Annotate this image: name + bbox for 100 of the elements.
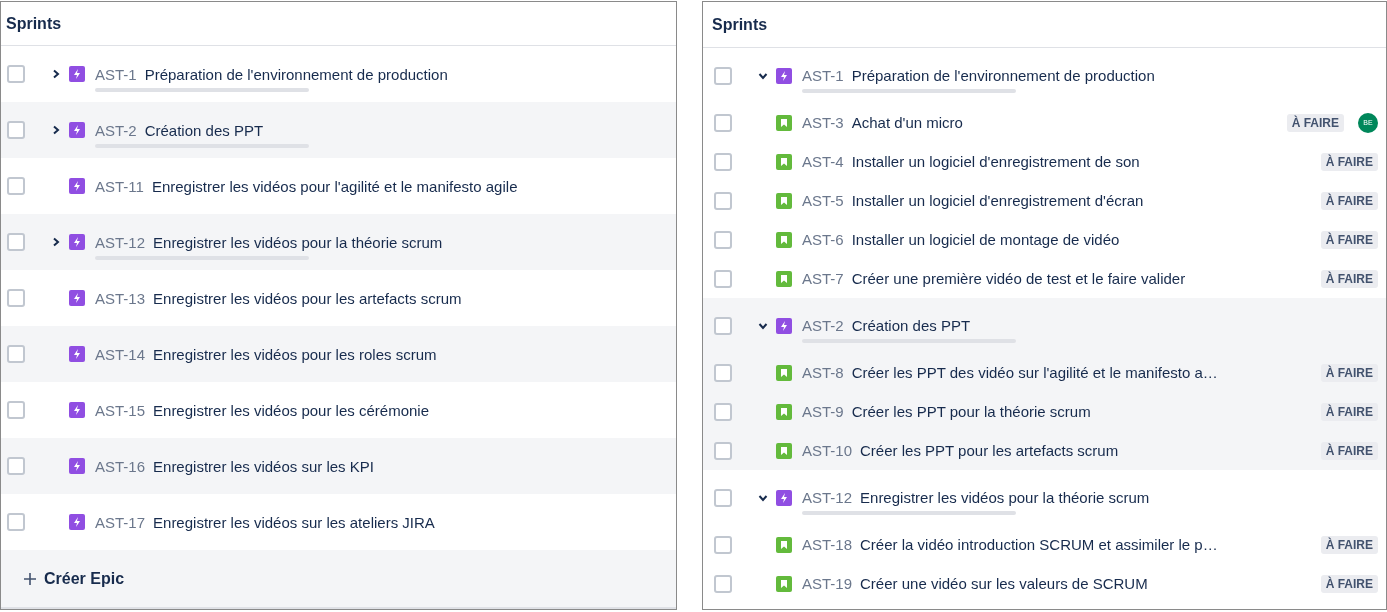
issue-key[interactable]: AST-7 [802,270,844,287]
lightning-icon [69,178,85,194]
status-lozenge[interactable]: À FAIRE [1320,574,1378,593]
bookmark-icon [776,114,792,131]
issue-summary[interactable]: Créer les PPT pour la théorie scrum [851,403,1091,420]
chevron-right-icon[interactable] [51,237,61,247]
issue-summary[interactable]: Créer une première vidéo de test et le faire valider [851,270,1186,287]
checkbox[interactable] [7,177,25,195]
issue-key[interactable]: AST-16 [95,457,146,475]
issue-key[interactable]: AST-17 [95,513,146,531]
issue-key[interactable]: AST-14 [95,345,146,363]
issue-summary[interactable]: Créer une vidéo sur les valeurs de SCRUM [860,575,1148,592]
create-epic-button[interactable]: Créer Epic [21,565,127,592]
status-lozenge[interactable]: À FAIRE [1320,152,1378,171]
lightning-icon [69,514,85,530]
issue-summary[interactable]: Enregistrer les vidéos sur les ateliers JIRA [153,513,435,531]
checkbox[interactable] [714,269,732,288]
plus-icon [23,571,37,586]
issue-summary[interactable]: Création des PPT [144,121,264,139]
issue-summary[interactable]: Installer un logiciel d'enregistrement de son [851,153,1140,170]
issue-key[interactable]: AST-9 [802,403,844,420]
issue-summary[interactable]: Achat d'un micro [851,114,963,131]
checkbox[interactable] [714,574,732,593]
checkbox[interactable] [714,230,732,249]
checkbox[interactable] [714,191,732,210]
issue-summary[interactable]: Enregistrer les vidéos pour l'agilité et le manifesto agile [151,177,518,195]
chevron-right-icon[interactable] [51,125,61,135]
status-lozenge[interactable]: À FAIRE [1320,269,1378,288]
issue-summary[interactable]: Enregistrer les vidéos sur les KPI [153,457,374,475]
lightning-icon [69,122,85,138]
issue-key[interactable]: AST-12 [802,489,853,506]
issue-summary[interactable]: Enregistrer les vidéos pour la théorie scrum [153,233,443,251]
bookmark-icon [776,270,792,287]
bookmark-icon [776,192,792,209]
lightning-icon [776,317,792,334]
issue-key[interactable]: AST-10 [802,442,853,459]
issue-key[interactable]: AST-2 [95,121,137,139]
checkbox[interactable] [7,345,25,363]
issue-summary[interactable]: Créer la vidéo introduction SCRUM et assimiler le p… [860,536,1218,553]
issue-key[interactable]: AST-1 [95,65,137,83]
status-lozenge[interactable]: À FAIRE [1320,535,1378,554]
bookmark-icon [776,153,792,170]
checkbox[interactable] [7,401,25,419]
issue-summary[interactable]: Enregistrer les vidéos pour les artefacts scrum [153,289,462,307]
issue-summary[interactable]: Installer un logiciel de montage de vidéo [851,231,1120,248]
checkbox[interactable] [7,289,25,307]
checkbox[interactable] [714,488,732,507]
issue-key[interactable]: AST-11 [95,177,144,195]
issue-key[interactable]: AST-12 [95,233,146,251]
lightning-icon [69,66,85,82]
chevron-right-icon[interactable] [51,69,61,79]
checkbox[interactable] [7,457,25,475]
issue-key[interactable]: AST-13 [95,289,146,307]
bookmark-icon [776,403,792,420]
issue-key[interactable]: AST-2 [802,317,844,334]
checkbox[interactable] [714,441,732,460]
issue-summary[interactable]: Préparation de l'environnement de production [144,65,448,83]
checkbox[interactable] [7,121,25,139]
checkbox[interactable] [714,535,732,554]
checkbox[interactable] [714,316,732,335]
issue-key[interactable]: AST-15 [95,401,146,419]
checkbox[interactable] [7,233,25,251]
lightning-icon [69,234,85,250]
issue-summary[interactable]: Création des PPT [851,317,971,334]
issue-key[interactable]: AST-8 [802,364,844,381]
issue-summary[interactable]: Enregistrer les vidéos pour les cérémonie [153,401,429,419]
issue-key[interactable]: AST-4 [802,153,844,170]
status-lozenge[interactable]: À FAIRE [1320,441,1378,460]
status-lozenge[interactable]: À FAIRE [1320,191,1378,210]
checkbox[interactable] [714,152,732,171]
bookmark-icon [776,442,792,459]
checkbox[interactable] [7,513,25,531]
issue-summary[interactable]: Enregistrer les vidéos pour les roles scrum [153,345,437,363]
issue-summary[interactable]: Créer les PPT pour les artefacts scrum [860,442,1119,459]
issue-key[interactable]: AST-1 [802,67,844,84]
lightning-icon [69,458,85,474]
status-lozenge[interactable]: À FAIRE [1286,113,1344,132]
checkbox[interactable] [714,363,732,382]
issue-key[interactable]: AST-5 [802,192,844,209]
issue-summary[interactable]: Enregistrer les vidéos pour la théorie scrum [860,489,1150,506]
status-lozenge[interactable]: À FAIRE [1320,363,1378,382]
lightning-icon [69,290,85,306]
issue-summary[interactable]: Préparation de l'environnement de production [851,67,1155,84]
checkbox[interactable] [714,66,732,85]
lightning-icon [69,402,85,418]
status-lozenge[interactable]: À FAIRE [1320,402,1378,421]
lightning-icon [776,67,792,84]
status-lozenge[interactable]: À FAIRE [1320,230,1378,249]
issue-key[interactable]: AST-6 [802,231,844,248]
bookmark-icon [776,536,792,553]
issue-key[interactable]: AST-18 [802,536,853,553]
lightning-icon [69,346,85,362]
issue-key[interactable]: AST-19 [802,575,853,592]
issue-key[interactable]: AST-3 [802,114,844,131]
checkbox[interactable] [714,113,732,132]
issue-summary[interactable]: Installer un logiciel d'enregistrement d'écran [851,192,1144,209]
checkbox[interactable] [7,65,25,83]
issue-summary[interactable]: Créer les PPT des vidéo sur l'agilité et le manifesto a… [851,364,1218,381]
panel-title: Sprints [712,15,768,34]
checkbox[interactable] [714,402,732,421]
